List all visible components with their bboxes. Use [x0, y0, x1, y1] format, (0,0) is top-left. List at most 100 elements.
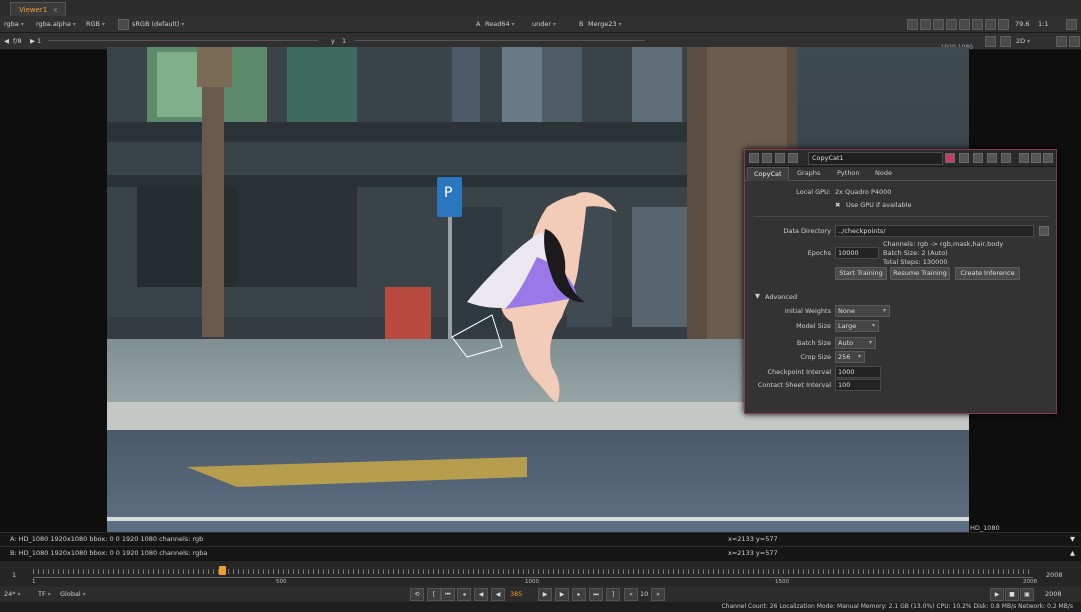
viewer-settings-icon[interactable] [1066, 19, 1077, 30]
zoom-level[interactable]: 79.6 [1015, 16, 1029, 32]
batch-size-label: Batch Size [796, 339, 831, 347]
first-frame-icon[interactable]: ⏮ [441, 588, 455, 601]
fps-dropdown[interactable]: 24* [4, 586, 20, 603]
end-frame-field[interactable]: 2008 [1045, 586, 1062, 602]
revert-icon[interactable] [959, 153, 969, 163]
batch-size-dropdown[interactable]: Auto [835, 337, 876, 349]
play-once-icon[interactable]: ▶ [990, 588, 1004, 601]
composite-mode-dropdown[interactable]: under [532, 16, 556, 33]
gain-value[interactable]: 1 [37, 33, 41, 49]
collapse-icon[interactable] [749, 153, 759, 163]
contact-sheet-interval-field[interactable]: 100 [835, 379, 881, 391]
play-backward-icon[interactable]: ◀ [491, 588, 505, 601]
loop-icon[interactable]: ⟲ [410, 588, 424, 601]
roi-icon[interactable] [907, 19, 918, 30]
frame-range-dropdown[interactable]: Global [60, 586, 86, 603]
tab-copycat[interactable]: CopyCat [747, 167, 789, 181]
create-inference-button[interactable]: Create Inference [955, 267, 1020, 280]
channels-dropdown[interactable]: rgba [4, 16, 24, 33]
next-frame-icon[interactable]: ▶ [555, 588, 569, 601]
play-forward-icon[interactable]: ▶ [538, 588, 552, 601]
pixel-ratio[interactable]: 1:1 [1038, 16, 1048, 32]
viewer-lut-dropdown[interactable]: sRGB (default) [132, 16, 184, 33]
prev-keyframe-icon[interactable]: ◂ [457, 588, 471, 601]
step-forward-icon[interactable]: » [651, 588, 665, 601]
fstop-value[interactable]: f/8 [13, 33, 22, 49]
advanced-collapse-icon[interactable]: ▼ [755, 292, 760, 300]
gamma-slider[interactable] [355, 40, 645, 41]
pause-icon[interactable] [998, 19, 1009, 30]
last-frame-icon[interactable]: ⏭ [589, 588, 603, 601]
viewer-menu-icon[interactable] [1069, 36, 1080, 47]
lut-icon[interactable] [118, 19, 129, 30]
refresh-icon[interactable] [972, 19, 983, 30]
view-mode-dropdown[interactable]: 2D [1016, 33, 1030, 50]
status-text: Channel Count: 26 Localization Mode: Man… [721, 603, 1073, 610]
total-steps-info: Total Steps: 130000 [883, 258, 948, 266]
viewer-tab[interactable]: Viewer1 x [10, 2, 67, 17]
gain-slider[interactable] [48, 40, 318, 41]
timeline[interactable]: 1 1 500 1000 1500 2008 2008 [0, 560, 1081, 587]
start-training-button[interactable]: Start Training [835, 267, 887, 280]
float-icon[interactable] [1031, 153, 1041, 163]
tf-dropdown[interactable]: TF [38, 586, 51, 603]
checkpoint-interval-field[interactable]: 1000 [835, 366, 881, 378]
lock-range-icon[interactable]: ▣ [1020, 588, 1034, 601]
prev-frame-icon[interactable]: ◀ [474, 588, 488, 601]
tab-node[interactable]: Node [869, 167, 898, 180]
overlay-icon[interactable] [946, 19, 957, 30]
tab-python[interactable]: Python [831, 167, 866, 180]
gain-arrow-right-icon[interactable]: ▶ [30, 33, 35, 49]
model-size-dropdown[interactable]: Large [835, 320, 879, 332]
node-name-field[interactable]: CopyCat1 [808, 152, 943, 165]
node-view-icon[interactable] [775, 153, 785, 163]
panel-tabs: CopyCat Graphs Python Node [745, 167, 1056, 181]
viewer-toolbar-top: rgba rgba.alpha RGB sRGB (default) A Rea… [0, 16, 1081, 33]
input-b-dropdown[interactable]: Merge23 [588, 16, 621, 33]
input-b-label: B [579, 20, 584, 28]
wipe-icon[interactable] [1000, 36, 1011, 47]
out-point-icon[interactable]: ] [606, 588, 620, 601]
frame-increment[interactable]: 10 [640, 586, 648, 602]
alpha-channel-dropdown[interactable]: rgba.alpha [36, 16, 76, 33]
zebra-icon[interactable] [920, 19, 931, 30]
color-chip-icon[interactable] [945, 153, 955, 163]
undo-icon[interactable] [973, 153, 983, 163]
input-a-dropdown[interactable]: Read64 [485, 16, 515, 33]
cache-icon[interactable]: ■ [1005, 588, 1019, 601]
step-back-icon[interactable]: « [624, 588, 638, 601]
redo-icon[interactable] [987, 153, 997, 163]
help-icon[interactable] [1019, 153, 1029, 163]
playhead[interactable] [219, 566, 226, 575]
timeline-end[interactable]: 2008 [1046, 571, 1063, 579]
colorspace-dropdown[interactable]: RGB [86, 16, 105, 33]
node-color-icon[interactable] [762, 153, 772, 163]
close-icon[interactable]: x [53, 6, 57, 14]
resume-training-button[interactable]: Resume Training [890, 267, 950, 280]
info-a-expand-icon[interactable]: ▼ [1070, 533, 1075, 546]
advanced-group-label[interactable]: Advanced [765, 293, 797, 301]
timeline-start[interactable]: 1 [12, 571, 16, 579]
initial-weights-dropdown[interactable]: None [835, 305, 890, 317]
grid-icon[interactable] [959, 19, 970, 30]
use-gpu-checkbox[interactable]: ✖ [835, 201, 840, 209]
timeline-ruler[interactable] [33, 569, 1033, 578]
camera-icon[interactable] [1056, 36, 1067, 47]
clip-warning-icon[interactable] [933, 19, 944, 30]
crop-icon[interactable] [985, 36, 996, 47]
crop-size-dropdown[interactable]: 256 [835, 351, 865, 363]
data-directory-field[interactable]: ../checkpoints/ [835, 225, 1034, 237]
next-keyframe-icon[interactable]: ▸ [572, 588, 586, 601]
current-frame[interactable]: 385 [510, 586, 522, 602]
in-point-icon[interactable]: [ [427, 588, 441, 601]
epochs-field[interactable]: 10000 [835, 247, 879, 259]
tab-graphs[interactable]: Graphs [791, 167, 826, 180]
reset-icon[interactable] [1001, 153, 1011, 163]
info-b-expand-icon[interactable]: ▲ [1070, 547, 1075, 560]
sync-icon[interactable] [985, 19, 996, 30]
folder-icon[interactable] [1039, 226, 1049, 236]
crop-size-label: Crop Size [800, 353, 831, 361]
close-panel-icon[interactable] [1043, 153, 1053, 163]
gain-arrow-icon[interactable]: ◀ [4, 33, 9, 49]
timeline-label: 500 [276, 579, 287, 585]
